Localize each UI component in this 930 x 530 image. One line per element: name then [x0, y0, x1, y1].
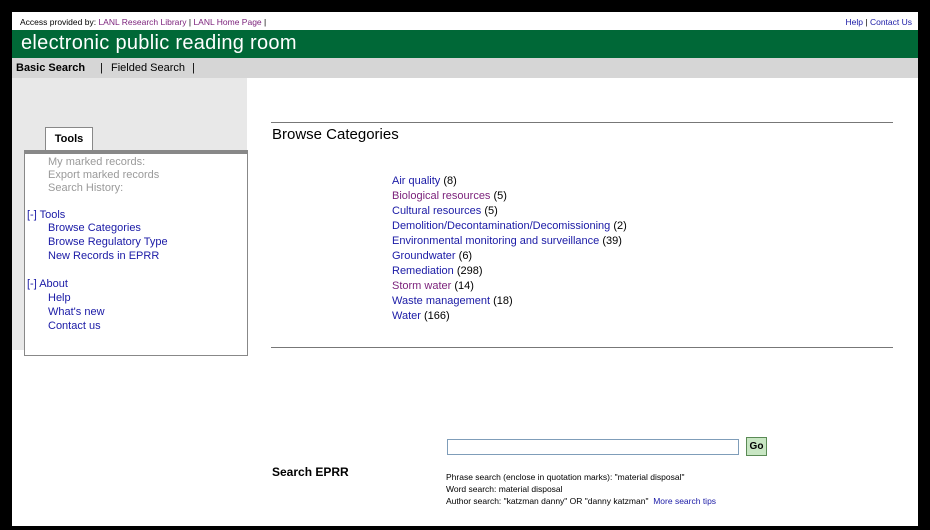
category-link[interactable]: Water — [392, 310, 421, 322]
search-history: Search History: — [48, 182, 124, 194]
category-count: (5) — [493, 190, 507, 202]
category-link[interactable]: Biological resources — [392, 190, 490, 202]
author-search-text: Author search: "katzman danny" OR "danny… — [446, 496, 649, 506]
list-item: Cultural resources (5) — [392, 204, 627, 219]
category-link[interactable]: Environmental monitoring and surveillanc… — [392, 235, 599, 247]
list-item: Environmental monitoring and surveillanc… — [392, 234, 627, 249]
category-link[interactable]: Air quality — [392, 175, 440, 187]
category-link[interactable]: Cultural resources — [392, 205, 481, 217]
list-item: Demolition/Decontamination/Decomissionin… — [392, 219, 627, 234]
tab-separator: | — [192, 62, 195, 74]
browser-page: Access provided by: LANL Research Librar… — [12, 12, 918, 526]
category-link[interactable]: Storm water — [392, 280, 451, 292]
divider — [271, 122, 893, 123]
search-tips: Phrase search (enclose in quotation mark… — [446, 471, 716, 507]
category-count: (5) — [484, 205, 498, 217]
category-count: (2) — [613, 220, 627, 232]
search-tabs: Basic Search | Fielded Search | — [12, 58, 918, 78]
list-item: Water (166) — [392, 309, 627, 324]
access-line: Access provided by: LANL Research Librar… — [20, 17, 266, 27]
category-count: (166) — [424, 310, 450, 322]
help-contact-line: Help | Contact Us — [846, 17, 913, 27]
category-count: (18) — [493, 295, 513, 307]
tools-tab[interactable]: Tools — [45, 127, 93, 151]
list-item: Waste management (18) — [392, 294, 627, 309]
category-count: (14) — [454, 280, 474, 292]
category-link[interactable]: Demolition/Decontamination/Decomissionin… — [392, 220, 610, 232]
tab-separator: | — [100, 62, 103, 74]
author-search-tip: Author search: "katzman danny" OR "danny… — [446, 495, 716, 507]
word-search-tip: Word search: material disposal — [446, 484, 563, 494]
category-count: (8) — [443, 175, 457, 187]
list-item: Groundwater (6) — [392, 249, 627, 264]
page-title: Browse Categories — [272, 126, 399, 143]
category-count: (298) — [456, 265, 483, 277]
research-library-link[interactable]: LANL Research Library — [98, 17, 186, 27]
go-button[interactable]: Go — [746, 437, 767, 456]
separator: | — [188, 17, 192, 27]
list-item: Remediation (298) — [392, 264, 627, 279]
list-item: Storm water (14) — [392, 279, 627, 294]
about-section-toggle[interactable]: [-] About — [27, 278, 68, 290]
tab-fielded-search[interactable]: Fielded Search — [111, 62, 185, 74]
more-search-tips-link[interactable]: More search tips — [653, 496, 716, 506]
my-marked-records: My marked records: — [48, 156, 146, 168]
phrase-search-tip: Phrase search (enclose in quotation mark… — [446, 472, 685, 482]
category-link[interactable]: Remediation — [392, 265, 454, 277]
access-prefix: Access provided by: — [20, 17, 97, 27]
separator: | — [865, 17, 868, 27]
category-count: (39) — [602, 235, 622, 247]
export-marked-records: Export marked records — [48, 169, 160, 181]
contact-us-sidebar-link[interactable]: Contact us — [48, 320, 101, 332]
help-link[interactable]: Help — [846, 17, 863, 27]
search-label: Search EPRR — [272, 465, 349, 479]
tools-section-toggle[interactable]: [-] Tools — [27, 209, 65, 221]
contact-us-link[interactable]: Contact Us — [870, 17, 912, 27]
list-item: Biological resources (5) — [392, 189, 627, 204]
category-link[interactable]: Groundwater — [392, 250, 456, 262]
tools-panel: My marked records: Export marked records… — [24, 150, 248, 356]
sidebar: Tools My marked records: Export marked r… — [12, 78, 248, 356]
category-link[interactable]: Waste management — [392, 295, 490, 307]
browse-categories-link[interactable]: Browse Categories — [48, 222, 141, 234]
category-list: Air quality (8) Biological resources (5)… — [392, 174, 627, 324]
new-records-link[interactable]: New Records in EPRR — [48, 250, 159, 262]
separator: | — [264, 17, 267, 27]
list-item: Air quality (8) — [392, 174, 627, 189]
site-banner: electronic public reading room — [12, 30, 918, 58]
whats-new-link[interactable]: What's new — [48, 306, 105, 318]
tab-basic-search[interactable]: Basic Search — [16, 62, 85, 74]
category-count: (6) — [458, 250, 473, 262]
top-bar: Access provided by: LANL Research Librar… — [12, 12, 918, 30]
site-title: electronic public reading room — [21, 32, 297, 54]
divider — [271, 347, 893, 348]
search-input[interactable] — [447, 439, 739, 455]
home-page-link[interactable]: LANL Home Page — [193, 17, 261, 27]
browse-regulatory-type-link[interactable]: Browse Regulatory Type — [48, 236, 168, 248]
help-sidebar-link[interactable]: Help — [48, 292, 71, 304]
